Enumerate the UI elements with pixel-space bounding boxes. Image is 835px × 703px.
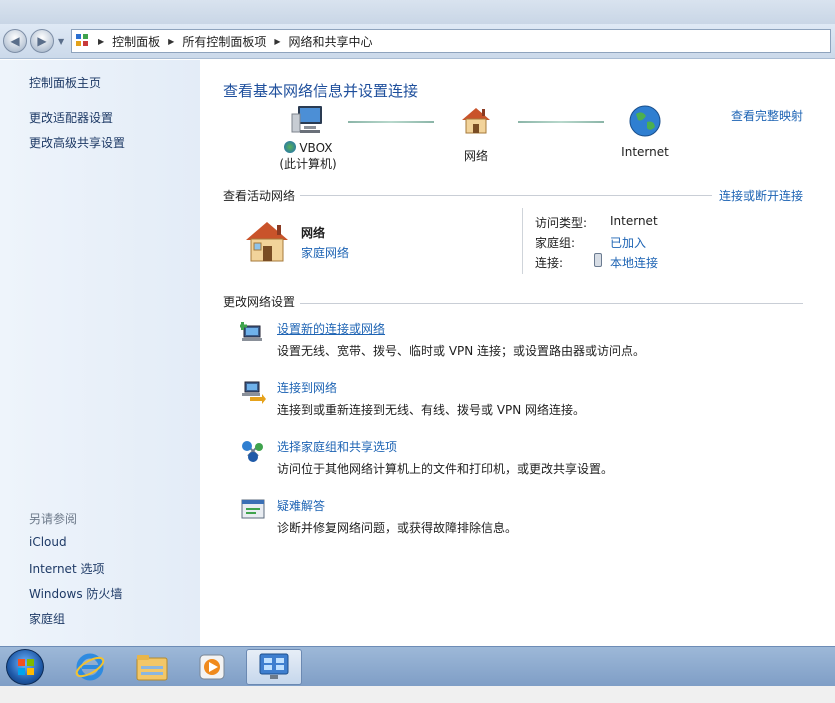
breadcrumb-separator-icon[interactable]: ▶ xyxy=(98,37,104,46)
task-connect-network[interactable]: 连接到网络 连接到或重新连接到无线、有线、拨号或 VPN 网络连接。 xyxy=(240,379,820,419)
task-description: 连接到或重新连接到无线、有线、拨号或 VPN 网络连接。 xyxy=(277,403,586,417)
local-connection-link[interactable]: 本地连接 xyxy=(610,254,658,271)
network-small-icon xyxy=(283,141,296,153)
active-network-name: 网络 xyxy=(301,226,326,240)
network-label: 网络 xyxy=(463,149,488,163)
taskbar-control-panel[interactable] xyxy=(246,649,302,685)
home-network-icon[interactable] xyxy=(242,218,292,264)
network-type-link[interactable]: 家庭网络 xyxy=(301,244,349,261)
ethernet-icon xyxy=(594,253,602,267)
breadcrumb-network-center[interactable]: 网络和共享中心 xyxy=(289,33,373,50)
change-settings-heading: 更改网络设置 xyxy=(223,295,296,309)
globe-icon xyxy=(629,105,661,137)
computer-subtitle: (此计算机) xyxy=(279,157,337,171)
start-button[interactable] xyxy=(6,649,44,685)
breadcrumb-control-panel[interactable]: 控制面板 xyxy=(112,33,160,50)
connect-disconnect-link[interactable]: 连接或断开连接 xyxy=(719,187,803,204)
see-also-heading: 另请参阅 xyxy=(29,512,78,526)
view-full-map-link[interactable]: 查看完整映射 xyxy=(731,107,803,124)
sidebar: 控制面板主页 更改适配器设置 更改高级共享设置 另请参阅 iCloud Inte… xyxy=(0,60,200,646)
chevron-down-icon: ▼ xyxy=(58,37,65,46)
map-computer[interactable]: VBOX (此计算机) xyxy=(278,104,338,172)
taskbar-media-player[interactable] xyxy=(184,649,240,685)
recent-pages-dropdown[interactable]: ▼ xyxy=(58,37,66,46)
task-description: 设置无线、宽带、拨号、临时或 VPN 连接；或设置路由器或访问点。 xyxy=(277,344,646,358)
access-type-value: Internet xyxy=(610,214,658,228)
section-divider xyxy=(300,303,803,304)
computer-name: VBOX xyxy=(299,141,333,155)
homegroup-label: 家庭组: xyxy=(535,236,576,250)
task-troubleshoot[interactable]: 疑难解答 诊断并修复网络问题，或获得故障排除信息。 xyxy=(240,497,820,537)
bottom-strip xyxy=(0,686,835,703)
media-player-icon xyxy=(199,654,225,680)
internet-explorer-icon xyxy=(75,653,105,681)
task-title[interactable]: 设置新的连接或网络 xyxy=(277,320,385,337)
navigation-bar: ◀ ▶ ▼ ▶ 控制面板 ▶ 所有控制面板项 ▶ 网络和共享中心 xyxy=(0,24,835,59)
sidebar-item-control-panel-home[interactable]: 控制面板主页 xyxy=(29,74,101,91)
task-description: 访问位于其他网络计算机上的文件和打印机，或更改共享设置。 xyxy=(277,462,614,476)
forward-button[interactable]: ▶ xyxy=(30,29,54,53)
windows-explorer-icon xyxy=(136,655,168,681)
new-connection-icon xyxy=(240,322,262,341)
breadcrumb-all-items[interactable]: 所有控制面板项 xyxy=(182,33,266,50)
map-internet[interactable]: Internet xyxy=(605,104,685,159)
active-networks-heading: 查看活动网络 xyxy=(223,189,296,203)
arrow-right-icon: ▶ xyxy=(37,34,47,48)
main-content: 查看基本网络信息并设置连接 查看完整映射 VBOX (此计算机) 网络 Inte… xyxy=(200,60,835,646)
active-network-divider xyxy=(522,208,523,274)
homegroup-sharing-icon xyxy=(242,441,263,462)
address-bar[interactable]: ▶ 控制面板 ▶ 所有控制面板项 ▶ 网络和共享中心 xyxy=(71,29,831,53)
task-title[interactable]: 选择家庭组和共享选项 xyxy=(277,438,397,455)
task-title[interactable]: 连接到网络 xyxy=(277,379,337,396)
section-divider xyxy=(300,195,712,196)
back-button[interactable]: ◀ xyxy=(3,29,27,53)
map-network[interactable]: 网络 xyxy=(446,104,506,164)
see-also-firewall[interactable]: Windows 防火墙 xyxy=(29,585,122,602)
connect-network-icon xyxy=(242,381,266,404)
see-also-icloud[interactable]: iCloud xyxy=(29,535,67,549)
page-title: 查看基本网络信息并设置连接 xyxy=(223,82,419,100)
house-icon xyxy=(462,108,490,134)
troubleshoot-icon xyxy=(241,499,265,519)
task-homegroup-sharing[interactable]: 选择家庭组和共享选项 访问位于其他网络计算机上的文件和打印机，或更改共享设置。 xyxy=(240,438,820,478)
see-also-internet-options[interactable]: Internet 选项 xyxy=(29,560,104,577)
control-panel-icon xyxy=(259,653,289,679)
sidebar-item-advanced-sharing[interactable]: 更改高级共享设置 xyxy=(29,134,125,151)
computer-icon xyxy=(291,106,322,133)
taskbar xyxy=(0,646,835,686)
map-link-line xyxy=(348,121,434,123)
breadcrumb-separator-icon[interactable]: ▶ xyxy=(168,37,174,46)
taskbar-internet-explorer[interactable] xyxy=(62,649,118,685)
see-also-homegroup[interactable]: 家庭组 xyxy=(29,610,65,627)
sidebar-item-change-adapter[interactable]: 更改适配器设置 xyxy=(29,109,113,126)
windows-logo-icon xyxy=(18,659,34,675)
arrow-left-icon: ◀ xyxy=(10,34,20,48)
task-title[interactable]: 疑难解答 xyxy=(277,497,325,514)
control-panel-icon xyxy=(76,34,90,48)
window-title-strip xyxy=(0,0,835,24)
breadcrumb-separator-icon[interactable]: ▶ xyxy=(274,37,280,46)
task-setup-connection[interactable]: 设置新的连接或网络 设置无线、宽带、拨号、临时或 VPN 连接；或设置路由器或访… xyxy=(240,320,820,360)
task-description: 诊断并修复网络问题，或获得故障排除信息。 xyxy=(277,521,518,535)
internet-label: Internet xyxy=(621,145,669,159)
taskbar-windows-explorer[interactable] xyxy=(124,649,180,685)
access-type-label: 访问类型: xyxy=(535,216,588,230)
homegroup-value-link[interactable]: 已加入 xyxy=(610,234,646,251)
map-link-line xyxy=(518,121,604,123)
connections-label: 连接: xyxy=(535,256,564,270)
